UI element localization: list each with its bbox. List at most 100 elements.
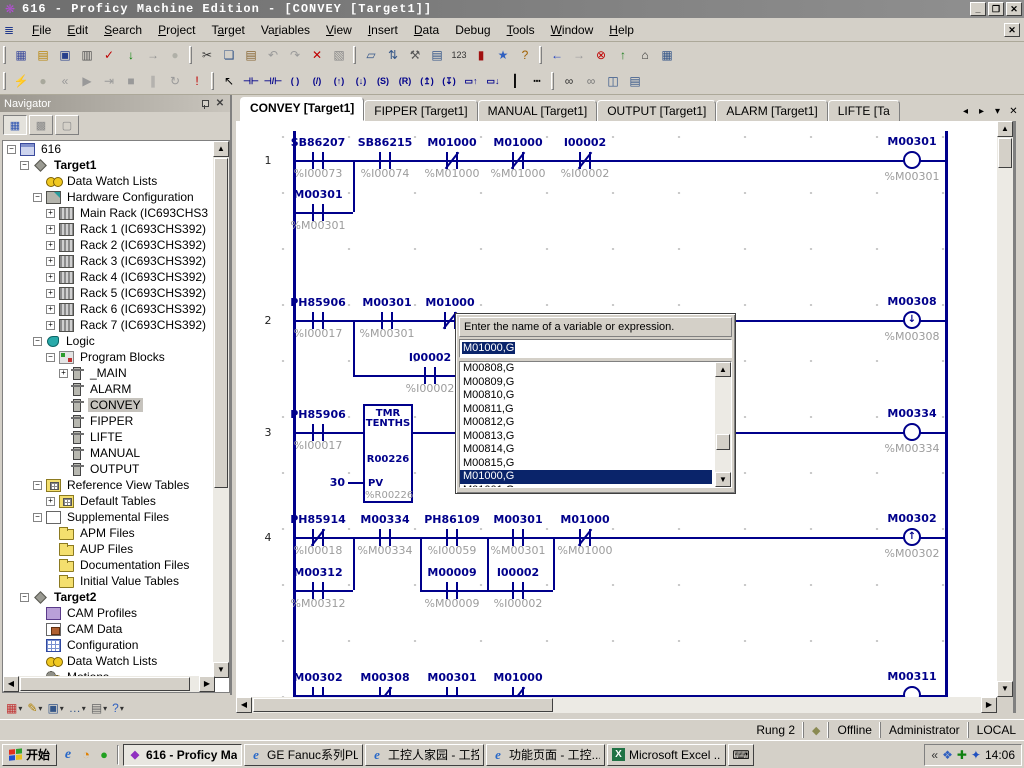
tree-expand-toggle[interactable]: + xyxy=(46,497,55,506)
menu-debug[interactable]: Debug xyxy=(447,20,498,40)
positive-transition-coil-button[interactable]: (↑) xyxy=(328,71,350,91)
variable-list-item[interactable]: M00808,G xyxy=(460,362,712,376)
whats-this-help-button[interactable]: ★ xyxy=(492,45,514,65)
tree-expand-toggle[interactable]: + xyxy=(46,241,55,250)
toolbar-grip[interactable] xyxy=(539,46,542,64)
stop-button[interactable]: ⊗ xyxy=(590,45,612,65)
editor-vscroll-track[interactable] xyxy=(997,137,1013,681)
download-button[interactable]: ↓ xyxy=(120,45,142,65)
tree-expand-toggle[interactable]: − xyxy=(33,193,42,202)
taskbar-task-ie[interactable]: e功能页面 - 工控... xyxy=(486,744,605,766)
variable-list-item[interactable]: M00815,G xyxy=(460,457,712,471)
project-window-button[interactable]: ▱ xyxy=(360,45,382,65)
tree-item-main-rack-ic693chs3[interactable]: +Main Rack (IC693CHS3 xyxy=(3,205,213,221)
menu-window[interactable]: Window xyxy=(543,20,602,40)
tree-item-data-watch-lists[interactable]: Data Watch Lists xyxy=(3,653,213,669)
data-monitor-button[interactable]: ▤▾ xyxy=(89,698,109,718)
mdi-close-button[interactable]: ✕ xyxy=(1004,23,1020,37)
undo-button[interactable]: ↶ xyxy=(262,45,284,65)
normally-closed-contact[interactable] xyxy=(374,687,396,697)
back-button[interactable]: ← xyxy=(546,45,568,65)
tab-fipper[interactable]: FIPPER [Target1] xyxy=(364,100,477,121)
alert-button[interactable]: ! xyxy=(186,71,208,91)
select-tool-button[interactable]: ↖ xyxy=(218,71,240,91)
tree-expand-toggle[interactable]: − xyxy=(33,481,42,490)
tree-item-supplemental-files[interactable]: −Supplemental Files xyxy=(3,509,213,525)
editor-scroll-down-button[interactable]: ▼ xyxy=(997,681,1013,697)
preview-button[interactable]: ▧ xyxy=(328,45,350,65)
view-draw-button[interactable]: ▩ xyxy=(29,115,53,135)
input-method-button[interactable]: ⌨ xyxy=(728,744,754,766)
retentive-set-coil-button[interactable]: (↥) xyxy=(416,71,438,91)
tree-expand-toggle[interactable]: − xyxy=(20,161,29,170)
normally-closed-contact-button[interactable]: ⊣/⊢ xyxy=(262,71,284,91)
output-coil[interactable] xyxy=(903,686,921,697)
stop-exec-button[interactable]: ■ xyxy=(120,71,142,91)
tree-item-program-blocks[interactable]: −Program Blocks xyxy=(3,349,213,365)
tree-item-apm-files[interactable]: APM Files xyxy=(3,525,213,541)
timer-function-block[interactable]: TMRTENTHSR00226PV%R00226 xyxy=(363,404,413,503)
toolbar-grip[interactable] xyxy=(551,72,554,90)
find-next-button[interactable]: ∞ xyxy=(580,71,602,91)
restart-button[interactable]: ↻ xyxy=(164,71,186,91)
tree-expand-toggle[interactable]: − xyxy=(33,337,42,346)
network-tray-icon[interactable]: ❖ xyxy=(942,748,953,762)
tree-item-cam-data[interactable]: CAM Data xyxy=(3,621,213,637)
tree-item-fipper[interactable]: FIPPER xyxy=(3,413,213,429)
start-button[interactable]: 开始 xyxy=(2,744,57,766)
reset-coil-button[interactable]: (R) xyxy=(394,71,416,91)
variable-input[interactable]: M01000,G xyxy=(459,339,732,358)
tree-hscroll-thumb[interactable] xyxy=(20,677,190,691)
delete-button[interactable]: ✕ xyxy=(306,45,328,65)
play-button[interactable]: ▶ xyxy=(76,71,98,91)
tree-item-configuration[interactable]: Configuration xyxy=(3,637,213,653)
media-player-quicklaunch-button[interactable]: ◔ xyxy=(77,745,95,765)
positive-transition-coil[interactable]: ↑ xyxy=(903,528,921,546)
tree-item-cam-profiles[interactable]: CAM Profiles xyxy=(3,605,213,621)
menu-tools[interactable]: Tools xyxy=(499,20,543,40)
editor-vscroll-thumb[interactable] xyxy=(998,138,1012,168)
tree-item-rack-1-ic693chs392-[interactable]: +Rack 1 (IC693CHS392) xyxy=(3,221,213,237)
tree-expand-toggle[interactable]: + xyxy=(46,305,55,314)
variable-list-item[interactable]: M00810,G xyxy=(460,389,712,403)
copy-button[interactable]: ❏ xyxy=(218,45,240,65)
run-button[interactable]: ⚡ xyxy=(10,71,32,91)
tree-expand-toggle[interactable]: − xyxy=(7,145,16,154)
tree-item-rack-4-ic693chs392-[interactable]: +Rack 4 (IC693CHS392) xyxy=(3,269,213,285)
menu-file[interactable]: File xyxy=(24,20,59,40)
variable-list[interactable]: M00808,GM00809,GM00810,GM00811,GM00812,G… xyxy=(459,361,732,488)
editor-scroll-left-button[interactable]: ◀ xyxy=(236,697,252,713)
popup-scroll-thumb[interactable] xyxy=(716,434,730,450)
step-button[interactable]: ⇥ xyxy=(98,71,120,91)
tree-scroll-thumb[interactable] xyxy=(214,158,228,488)
tree-item-rack-2-ic693chs392-[interactable]: +Rack 2 (IC693CHS392) xyxy=(3,237,213,253)
minimize-button[interactable]: _ xyxy=(970,2,986,16)
retentive-reset-coil-button[interactable]: (↧) xyxy=(438,71,460,91)
tree-item--main[interactable]: +_MAIN xyxy=(3,365,213,381)
menu-target[interactable]: Target xyxy=(203,20,252,40)
negative-transition-coil[interactable]: ↓ xyxy=(903,311,921,329)
variable-list-item[interactable]: M01000,G xyxy=(460,470,712,484)
up-button[interactable]: ↑ xyxy=(612,45,634,65)
variable-list-item[interactable]: M00809,G xyxy=(460,376,712,390)
menu-data[interactable]: Data xyxy=(406,20,447,40)
open-project-button[interactable]: ▤ xyxy=(32,45,54,65)
menu-edit[interactable]: Edit xyxy=(59,20,96,40)
forward-button[interactable]: → xyxy=(568,45,590,65)
data-transfer-button[interactable]: ⇅ xyxy=(382,45,404,65)
tree-item-output[interactable]: OUTPUT xyxy=(3,461,213,477)
tab-list-menu-button[interactable]: ▾ xyxy=(991,106,1004,117)
navigator-title-bar[interactable]: Navigator ✕ xyxy=(0,95,230,112)
properties-button[interactable]: ▤ xyxy=(426,45,448,65)
tree-item-616[interactable]: −616 xyxy=(3,141,213,157)
tree-expand-toggle[interactable]: + xyxy=(46,273,55,282)
pin-icon[interactable] xyxy=(200,99,210,109)
tree-item-target2[interactable]: −Target2 xyxy=(3,589,213,605)
normally-open-contact[interactable] xyxy=(441,687,463,697)
messenger-quicklaunch-button[interactable]: ● xyxy=(95,745,113,765)
rewind-button[interactable]: « xyxy=(54,71,76,91)
validate-button[interactable]: ✓ xyxy=(98,45,120,65)
tree-expand-toggle[interactable]: + xyxy=(46,209,55,218)
tab-lifte[interactable]: LIFTE [Ta xyxy=(828,100,900,121)
tree-item-data-watch-lists[interactable]: Data Watch Lists xyxy=(3,173,213,189)
